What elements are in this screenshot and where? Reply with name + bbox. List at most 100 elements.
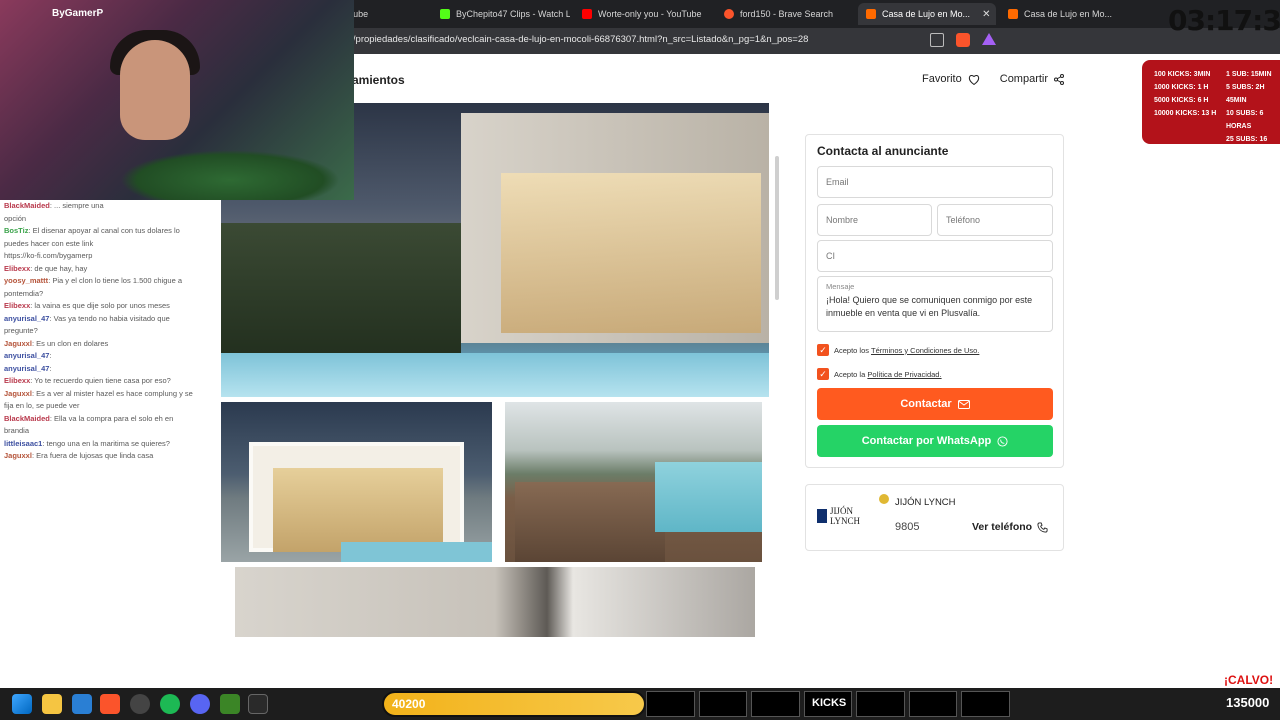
brave-shield-icon[interactable] (956, 33, 970, 47)
share-icon[interactable] (930, 33, 944, 47)
terms-text: Acepto los (834, 345, 871, 355)
tab-casa-de-lujo-active[interactable]: Casa de Lujo en Mo... ✕ (858, 3, 996, 25)
youtube-icon (582, 9, 592, 19)
mail-icon (957, 399, 970, 409)
share-button[interactable]: Compartir (1000, 73, 1065, 85)
goal-item: 1000 KICKS: 1 H (1154, 84, 1209, 91)
chat-username[interactable]: BlackMaided (4, 201, 50, 210)
chat-message: Jaguxxl: Es a ver al mister hazel es hac… (0, 388, 220, 401)
goal-item: 5 SUBS: 2H 45MIN (1226, 84, 1265, 104)
close-icon[interactable]: ✕ (982, 9, 990, 20)
chat-username[interactable]: anyurisal_47 (4, 364, 49, 373)
chat-message: https://ko-fi.com/bygamerp (0, 250, 220, 263)
minecraft-icon[interactable] (220, 694, 240, 714)
message-label: Mensaje (826, 282, 855, 291)
photo-interior[interactable] (235, 567, 755, 637)
chat-username[interactable]: anyurisal_47 (4, 314, 49, 323)
terms-link[interactable]: Términos y Condiciones de Uso. (871, 346, 979, 355)
photo-facade[interactable] (221, 402, 492, 562)
plusvalia-icon (866, 9, 876, 19)
chat-text: : Es un clon en dolares (31, 338, 109, 348)
windows-start-icon[interactable] (12, 694, 32, 714)
tab-brave-search[interactable]: ford150 - Brave Search (716, 3, 854, 25)
chat-message: yoosy_mattt: Pia y el clon lo tiene los … (0, 275, 220, 288)
chat-text: : (49, 363, 52, 373)
plusvalia-icon (1008, 9, 1018, 19)
epic-games-icon[interactable] (248, 694, 268, 714)
contact-button-label: Contactar (900, 398, 952, 410)
chat-message: Elibexx: la vaina es que dije solo por u… (0, 300, 220, 313)
email-field[interactable]: Email (817, 166, 1053, 198)
goal-item: 10 SUBS: 6 HORAS (1226, 110, 1264, 130)
terms-checkbox-row: ✓ Acepto los Términos y Condiciones de U… (817, 344, 979, 356)
subs-goals: 1 SUB: 15MIN 5 SUBS: 2H 45MIN 10 SUBS: 6 H… (1226, 68, 1280, 159)
page-title: amientos (352, 73, 405, 87)
privacy-link[interactable]: Política de Privacidad. (867, 370, 941, 379)
chat-message: pontemdia? (0, 288, 220, 301)
streamer-logo: ByGamerP (52, 8, 104, 19)
chat-message: opción (0, 213, 220, 226)
tab-label: ByChepito47 Clips - Watch Live (456, 9, 570, 19)
chat-text: https://ko-fi.com/bygamerp (4, 251, 93, 260)
goal-item: 1 SUB: 15MIN (1226, 71, 1272, 78)
kicks-goals: 100 KICKS: 3MIN 1000 KICKS: 1 H 5000 KICKS… (1154, 68, 1216, 120)
brave-search-icon (724, 9, 734, 19)
chat-username[interactable]: BosTiz (4, 226, 28, 235)
chat-username[interactable]: anyurisal_47 (4, 351, 49, 360)
agency-logo[interactable]: JIJÓN LYNCH (817, 506, 885, 526)
christmas-wreath (120, 150, 340, 200)
chat-text: opción (4, 213, 27, 223)
chat-username[interactable]: BlackMaided (4, 414, 50, 423)
message-field[interactable]: Mensaje ¡Hola! Quiero que se comuniquen … (817, 276, 1053, 332)
name-field[interactable]: Nombre (817, 204, 932, 236)
chat-message: Elibexx: de que hay, hay (0, 263, 220, 276)
phone-field[interactable]: Teléfono (937, 204, 1053, 236)
chat-text: pregunte? (4, 326, 38, 335)
url-text[interactable]: m/propiedades/clasificado/veclcain-casa-… (345, 34, 808, 45)
chat-username[interactable]: Elibexx (4, 301, 30, 310)
chat-text: : Era fuera de lujosas que linda casa (31, 451, 154, 460)
chat-username[interactable]: Jaguxxl (4, 451, 32, 460)
terms-checkbox[interactable]: ✓ (817, 344, 829, 356)
chat-message: BosTiz: El disenar apoyar al canal con t… (0, 225, 220, 238)
brave-icon[interactable] (100, 694, 120, 714)
share-icon (1054, 73, 1065, 85)
spotify-icon[interactable] (160, 694, 180, 714)
chat-message: pregunte? (0, 325, 220, 338)
privacy-checkbox-row: ✓ Acepto la Política de Privacidad. (817, 368, 942, 380)
kicks-label: KICKS (812, 697, 847, 709)
chat-username[interactable]: yoosy_mattt (4, 276, 48, 285)
brave-rewards-icon[interactable] (982, 33, 996, 45)
tab-casa-de-lujo[interactable]: Casa de Lujo en Mo... (1000, 3, 1130, 25)
file-explorer-icon[interactable] (42, 694, 62, 714)
obs-icon[interactable] (130, 694, 150, 714)
privacy-checkbox[interactable]: ✓ (817, 368, 829, 380)
chat-username[interactable]: littleisaac1 (4, 439, 42, 448)
kick-icon (440, 9, 450, 19)
favorite-button[interactable]: Favorito (922, 73, 980, 85)
goal-item: 5000 KICKS: 6 H (1154, 97, 1209, 104)
contact-button[interactable]: Contactar (817, 388, 1053, 420)
whatsapp-button[interactable]: Contactar por WhatsApp (817, 425, 1053, 457)
photo-pool-deck[interactable] (505, 402, 762, 562)
view-phone-button[interactable]: Ver teléfono (972, 521, 1048, 533)
stream-timer: 03:17:34 (1168, 4, 1280, 37)
chat-username[interactable]: Jaguxxl (4, 339, 32, 348)
message-value[interactable]: ¡Hola! Quiero que se comuniquen conmigo … (826, 294, 1044, 320)
chat-text: : la vaina es que dije solo por unos mes… (30, 301, 170, 310)
agency-logo-text: JIJÓN LYNCH (829, 506, 861, 526)
chat-username[interactable]: Jaguxxl (4, 389, 32, 398)
ci-field[interactable]: CI (817, 240, 1053, 272)
tab-youtube-song[interactable]: Worte-only you - YouTube (574, 3, 714, 25)
favorite-label: Favorito (922, 73, 962, 85)
chat-username[interactable]: Elibexx (4, 376, 30, 385)
discord-icon[interactable] (190, 694, 210, 714)
chat-text: : El disenar apoyar al canal con tus dol… (28, 226, 180, 235)
chat-username[interactable]: Elibexx (4, 264, 30, 273)
scrollbar[interactable] (775, 156, 779, 300)
chat-message: littleisaac1: tengo una en la maritima s… (0, 438, 220, 451)
phone-icon (1037, 521, 1048, 533)
goal-item: 10000 KICKS: 13 H (1154, 110, 1217, 117)
photos-icon[interactable] (72, 694, 92, 714)
tab-kick-clips[interactable]: ByChepito47 Clips - Watch Live (432, 3, 570, 25)
